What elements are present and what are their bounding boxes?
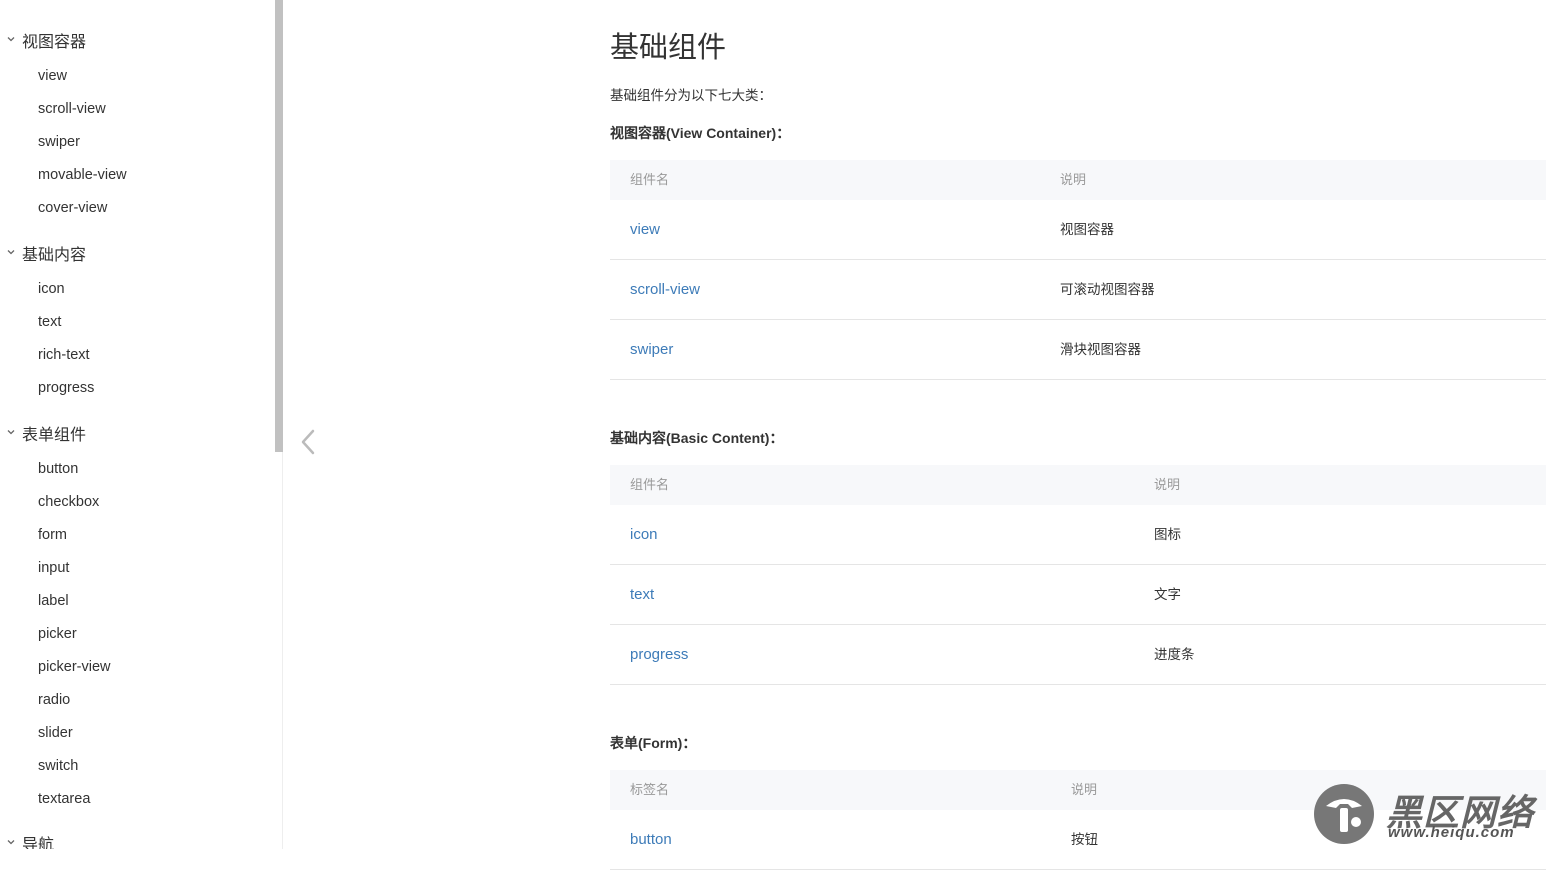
component-link-view[interactable]: view [630, 200, 660, 260]
section-title-view-container: 视图容器(View Container)： [610, 125, 791, 141]
sidebar-group-basic-content: 基础内容 icon text rich-text progress [0, 241, 270, 405]
table-row: view 视图容器 [610, 200, 1546, 260]
section-title-form: 表单(Form)： [610, 735, 697, 751]
sidebar-item-checkbox[interactable]: checkbox [0, 486, 270, 519]
sidebar-group-header[interactable]: 导航 [0, 831, 270, 849]
sidebar-group-label: 基础内容 [22, 247, 87, 264]
component-link-swiper[interactable]: swiper [630, 320, 673, 380]
sidebar-item-label[interactable]: label [0, 585, 270, 618]
column-header-desc: 说明 [1071, 782, 1098, 797]
sidebar-item-scroll-view[interactable]: scroll-view [0, 93, 270, 126]
component-link-button[interactable]: button [630, 810, 672, 870]
sidebar-item-input[interactable]: input [0, 552, 270, 585]
component-desc: 可滚动视图容器 [1060, 282, 1155, 297]
table-row: text 文字 [610, 565, 1546, 625]
sidebar-group-header[interactable]: 表单组件 [0, 421, 270, 445]
column-header-desc: 说明 [1060, 172, 1087, 187]
component-desc: 滑块视图容器 [1060, 342, 1141, 357]
sidebar-item-button[interactable]: button [0, 453, 270, 486]
collapse-sidebar-button[interactable] [298, 428, 318, 456]
sidebar-item-picker[interactable]: picker [0, 618, 270, 651]
sidebar-item-swiper[interactable]: swiper [0, 126, 270, 159]
table-header: 组件名 说明 [610, 465, 1546, 505]
sidebar-group-form: 表单组件 button checkbox form input label pi… [0, 421, 270, 816]
component-link-progress[interactable]: progress [630, 625, 688, 685]
watermark-url: www.heiqu.com [1388, 824, 1515, 841]
sidebar-group-header[interactable]: 视图容器 [0, 28, 270, 52]
table-row: progress 进度条 [610, 625, 1546, 685]
sidebar-item-radio[interactable]: radio [0, 684, 270, 717]
section-title-basic-content: 基础内容(Basic Content)： [610, 430, 784, 446]
table-basic-content: 组件名 说明 icon 图标 text 文字 progress 进度条 [610, 465, 1546, 685]
chevron-down-icon [0, 837, 22, 850]
sidebar-item-movable-view[interactable]: movable-view [0, 159, 270, 192]
sidebar-item-switch[interactable]: switch [0, 750, 270, 783]
sidebar-item-textarea[interactable]: textarea [0, 783, 270, 816]
chevron-down-icon [0, 34, 22, 47]
sidebar-group-label: 导航 [22, 837, 55, 849]
table-row: scroll-view 可滚动视图容器 [610, 260, 1546, 320]
column-header-name: 组件名 [630, 172, 670, 187]
site-watermark: 黑区网络 www.heiqu.com [1312, 782, 1546, 846]
column-header-name: 标签名 [630, 782, 670, 797]
sidebar-item-picker-view[interactable]: picker-view [0, 651, 270, 684]
sidebar-group-label: 表单组件 [22, 427, 87, 444]
component-desc: 按钮 [1071, 832, 1098, 847]
sidebar-item-icon[interactable]: icon [0, 273, 270, 306]
table-row: swiper 滑块视图容器 [610, 320, 1546, 380]
table-row: icon 图标 [610, 505, 1546, 565]
page-title: 基础组件 [610, 32, 727, 64]
sidebar-item-view[interactable]: view [0, 60, 270, 93]
sidebar-group-view-container: 视图容器 view scroll-view swiper movable-vie… [0, 28, 270, 225]
sidebar-item-slider[interactable]: slider [0, 717, 270, 750]
table-view-container: 组件名 说明 view 视图容器 scroll-view 可滚动视图容器 swi… [610, 160, 1546, 380]
component-link-icon[interactable]: icon [630, 505, 658, 565]
sidebar-group-label: 视图容器 [22, 34, 87, 51]
sidebar-item-text[interactable]: text [0, 306, 270, 339]
component-desc: 图标 [1154, 527, 1181, 542]
component-link-scroll-view[interactable]: scroll-view [630, 260, 700, 320]
sidebar-item-progress[interactable]: progress [0, 372, 270, 405]
column-header-desc: 说明 [1154, 477, 1181, 492]
chevron-left-icon [301, 429, 315, 455]
component-desc: 进度条 [1154, 647, 1195, 662]
sidebar-item-cover-view[interactable]: cover-view [0, 192, 270, 225]
component-desc: 视图容器 [1060, 222, 1114, 237]
component-link-text[interactable]: text [630, 565, 654, 625]
sidebar-scrollbar-thumb[interactable] [275, 0, 283, 452]
sidebar-group-navigation: 导航 [0, 831, 270, 849]
sidebar-item-rich-text[interactable]: rich-text [0, 339, 270, 372]
table-header: 组件名 说明 [610, 160, 1546, 200]
watermark-logo-icon [1314, 784, 1374, 844]
chevron-down-icon [0, 427, 22, 440]
sidebar-nav: 视图容器 view scroll-view swiper movable-vie… [0, 0, 275, 849]
sidebar-item-form[interactable]: form [0, 519, 270, 552]
component-desc: 文字 [1154, 587, 1181, 602]
intro-text: 基础组件分为以下七大类： [610, 88, 772, 103]
chevron-down-icon [0, 247, 22, 260]
sidebar-group-header[interactable]: 基础内容 [0, 241, 270, 265]
column-header-name: 组件名 [630, 477, 670, 492]
